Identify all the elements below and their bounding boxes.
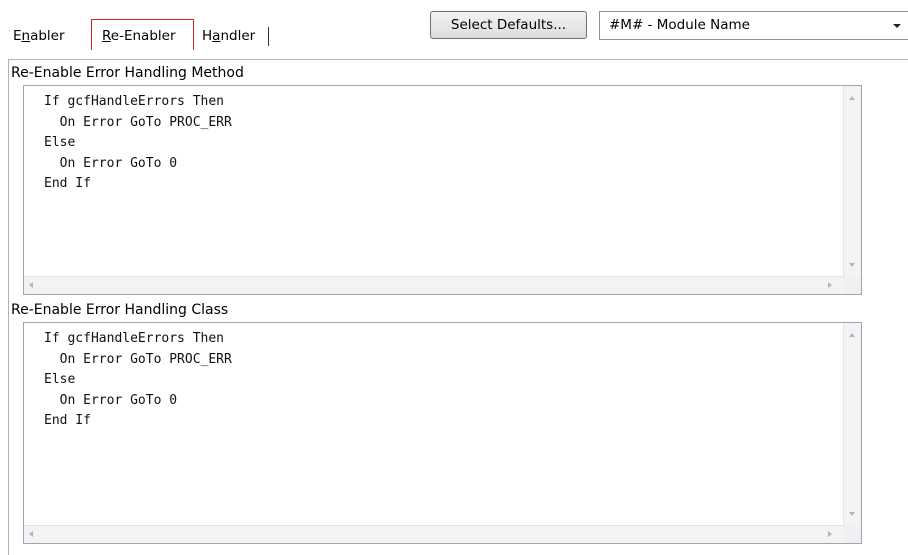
scrollbar-corner <box>844 526 861 543</box>
re-enabler-panel: Re-Enable Error Handling Method If gcfHa… <box>8 59 908 555</box>
select-defaults-button[interactable]: Select Defaults... <box>430 11 587 39</box>
tab-handler-label-start: H <box>202 28 213 44</box>
tab-enabler-label-start: E <box>13 28 22 44</box>
chevron-down-icon[interactable] <box>893 24 901 28</box>
tab-re-enabler[interactable]: Re-Enabler <box>91 19 194 50</box>
class-code-text[interactable]: If gcfHandleErrors Then On Error GoTo PR… <box>44 329 232 432</box>
tab-enabler[interactable]: Enabler <box>9 22 94 50</box>
class-section-label: Re-Enable Error Handling Class <box>11 302 229 318</box>
scroll-down-icon[interactable] <box>849 512 855 516</box>
tab-separator <box>268 27 269 46</box>
scroll-right-icon[interactable] <box>828 531 832 537</box>
method-code-text[interactable]: If gcfHandleErrors Then On Error GoTo PR… <box>44 92 232 195</box>
scroll-right-icon[interactable] <box>828 282 832 288</box>
tab-re-enabler-mnemonic: R <box>102 28 111 44</box>
vertical-scrollbar[interactable] <box>843 86 861 277</box>
method-section-label: Re-Enable Error Handling Method <box>11 65 244 81</box>
error-handler-options-window: Enabler Re-Enabler Handler Select Defaul… <box>0 0 908 555</box>
tab-handler-label-rest: ndler <box>220 28 256 44</box>
vertical-scrollbar[interactable] <box>843 323 861 526</box>
scroll-left-icon[interactable] <box>29 282 33 288</box>
module-name-dropdown[interactable]: #M# - Module Name <box>599 11 908 40</box>
scrollbar-corner <box>844 277 861 294</box>
horizontal-scrollbar[interactable] <box>24 276 844 294</box>
module-name-dropdown-value: #M# - Module Name <box>609 17 750 33</box>
tab-enabler-label-rest: abler <box>30 28 65 44</box>
tab-re-enabler-label-rest: e-Enabler <box>110 28 176 44</box>
scroll-up-icon[interactable] <box>849 96 855 100</box>
method-code-editor[interactable]: If gcfHandleErrors Then On Error GoTo PR… <box>23 85 862 295</box>
scroll-left-icon[interactable] <box>29 531 33 537</box>
scroll-down-icon[interactable] <box>849 263 855 267</box>
scroll-up-icon[interactable] <box>849 333 855 337</box>
tab-enabler-mnemonic: n <box>21 28 31 44</box>
class-code-editor[interactable]: If gcfHandleErrors Then On Error GoTo PR… <box>23 322 862 544</box>
horizontal-scrollbar[interactable] <box>24 525 844 543</box>
tab-handler[interactable]: Handler <box>200 22 273 50</box>
